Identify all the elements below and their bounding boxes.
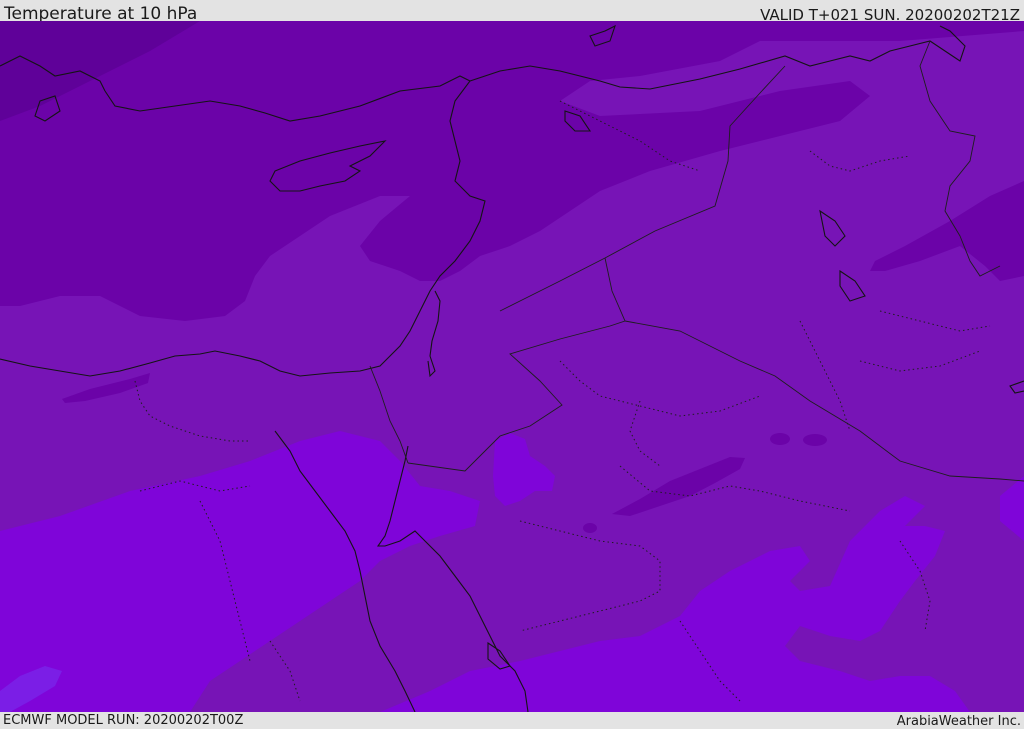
cold-patch-small-2 (803, 434, 827, 446)
model-run-label: ECMWF MODEL RUN: 20200202T00Z (3, 713, 244, 728)
header-bar: Temperature at 10 hPa VALID T+021 SUN. 2… (0, 0, 1024, 24)
temperature-map[interactable] (0, 21, 1024, 712)
map-area[interactable] (0, 21, 1024, 712)
page: Temperature at 10 hPa VALID T+021 SUN. 2… (0, 0, 1024, 729)
footer-bar: ECMWF MODEL RUN: 20200202T00Z ArabiaWeat… (0, 712, 1024, 729)
brand-credit: ArabiaWeather Inc. (896, 714, 1021, 729)
cold-patch-small-1 (770, 433, 790, 445)
cold-patch-small-3 (583, 523, 597, 533)
